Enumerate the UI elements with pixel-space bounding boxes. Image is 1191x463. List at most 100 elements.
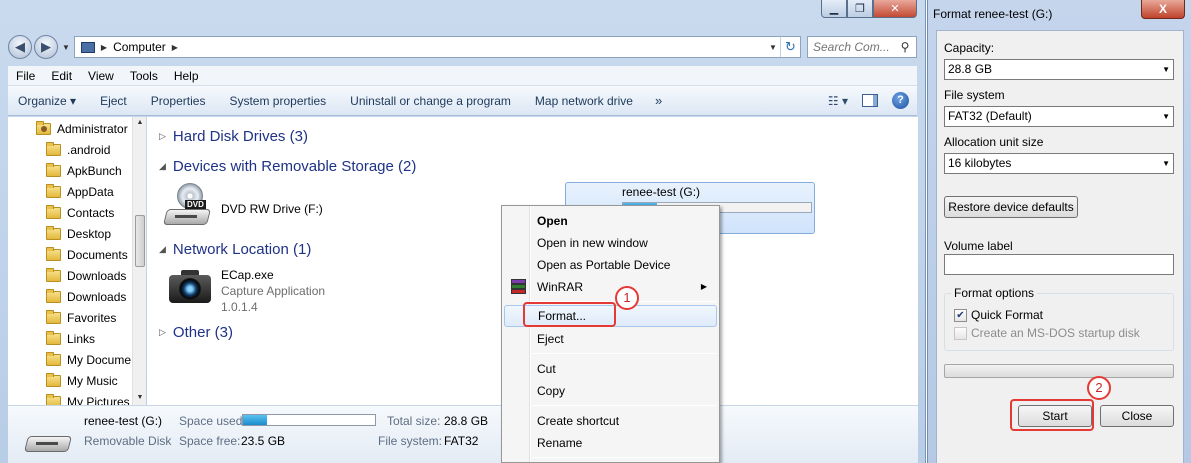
menu-edit[interactable]: Edit xyxy=(43,69,80,83)
close-dialog-button[interactable]: Close xyxy=(1100,405,1174,427)
dvd-drive-item[interactable]: DVD DVD RW Drive (F:) xyxy=(163,183,323,227)
menu-item-cut[interactable]: Cut xyxy=(504,358,717,380)
volume-label-input[interactable] xyxy=(944,254,1174,275)
breadcrumb-arrow-icon[interactable]: ▶ xyxy=(101,43,107,52)
tree-item[interactable]: .android xyxy=(8,139,145,160)
user-folder-icon xyxy=(36,120,51,135)
group-hard-disk-drives[interactable]: ▷ Hard Disk Drives (3) xyxy=(159,128,308,145)
back-button[interactable]: ◀ xyxy=(8,35,32,59)
menu-item-open-portable-device[interactable]: Open as Portable Device xyxy=(504,254,717,276)
address-dropdown-icon[interactable]: ▼ xyxy=(766,43,780,52)
tree-item[interactable]: Links xyxy=(8,328,145,349)
tree-item[interactable]: Downloads xyxy=(8,265,145,286)
collapse-arrow-icon[interactable]: ◢ xyxy=(159,161,166,172)
map-network-drive-button[interactable]: Map network drive xyxy=(523,94,645,108)
breadcrumb-arrow-icon[interactable]: ▶ xyxy=(172,43,178,52)
format-options-group: Format options ✔ Quick Format Create an M… xyxy=(944,286,1174,351)
volume-label-label: Volume label xyxy=(944,239,1013,253)
tree-item[interactable]: Downloads xyxy=(8,286,145,307)
properties-button[interactable]: Properties xyxy=(139,94,218,108)
menu-view[interactable]: View xyxy=(80,69,122,83)
tree-item[interactable]: Contacts xyxy=(8,202,145,223)
dvd-drive-icon: DVD xyxy=(163,183,213,227)
collapse-arrow-icon[interactable]: ◢ xyxy=(159,244,166,255)
navigation-pane: Administrator .android ApkBunch AppData … xyxy=(8,117,146,405)
annotation-step-2: 2 xyxy=(1087,376,1111,400)
menu-item-open-new-window[interactable]: Open in new window xyxy=(504,232,717,254)
minimize-button[interactable]: ▁ xyxy=(821,0,847,18)
tree-item[interactable]: My Docume xyxy=(8,349,145,370)
restore-defaults-button[interactable]: Restore device defaults xyxy=(944,196,1078,218)
space-free-label: Space free: xyxy=(179,434,241,448)
scroll-down-icon[interactable]: ▼ xyxy=(133,394,147,401)
group-removable-storage[interactable]: ◢ Devices with Removable Storage (2) xyxy=(159,158,416,175)
space-used-bar xyxy=(242,414,376,426)
group-network-location[interactable]: ◢ Network Location (1) xyxy=(159,241,311,258)
change-view-icon[interactable]: ☷ ▾ xyxy=(828,94,848,108)
menu-item-rename[interactable]: Rename xyxy=(504,432,717,454)
menu-tools[interactable]: Tools xyxy=(122,69,166,83)
search-input[interactable] xyxy=(813,40,894,54)
expand-arrow-icon[interactable]: ▷ xyxy=(159,131,166,142)
menu-item-winrar[interactable]: WinRAR ▶ xyxy=(504,276,717,298)
file-system-select[interactable]: FAT32 (Default) ▼ xyxy=(944,106,1174,127)
details-drive-type: Removable Disk xyxy=(84,434,172,448)
help-icon[interactable]: ? xyxy=(892,92,909,109)
more-commands-button[interactable]: » xyxy=(645,93,672,108)
breadcrumb-computer[interactable]: Computer xyxy=(113,40,166,54)
menu-item-copy[interactable]: Copy xyxy=(504,380,717,402)
tree-item[interactable]: My Music xyxy=(8,370,145,391)
organize-button[interactable]: Organize ▾ xyxy=(14,94,88,108)
file-system-label: File system xyxy=(944,88,1005,102)
expand-arrow-icon[interactable]: ▷ xyxy=(159,327,166,338)
capacity-select[interactable]: 28.8 GB ▼ xyxy=(944,59,1174,80)
quick-format-checkbox[interactable]: ✔ Quick Format xyxy=(954,308,1043,322)
search-box[interactable]: ⚲ xyxy=(807,36,917,58)
favorites-icon xyxy=(46,309,61,324)
maximize-button[interactable]: ❐ xyxy=(847,0,873,18)
scroll-thumb[interactable] xyxy=(135,215,145,267)
group-other[interactable]: ▷ Other (3) xyxy=(159,324,233,341)
scroll-up-icon[interactable]: ▲ xyxy=(133,119,147,126)
winrar-icon xyxy=(511,279,526,294)
menu-item-open[interactable]: Open xyxy=(504,210,717,232)
network-item-ecap[interactable]: ECap.exe Capture Application 1.0.1.4 xyxy=(167,267,325,315)
network-item-version: 1.0.1.4 xyxy=(221,300,258,314)
tree-item[interactable]: Desktop xyxy=(8,223,145,244)
navigation-row: ◀ ▶ ▼ ▶ Computer ▶ ▼ ↻ ⚲ xyxy=(8,34,917,60)
annotation-start-highlight xyxy=(1010,399,1094,431)
preview-pane-icon[interactable] xyxy=(862,94,878,107)
details-drive-name: renee-test (G:) xyxy=(84,414,163,428)
nav-pane-scrollbar[interactable]: ▲ ▼ xyxy=(132,117,146,405)
tree-item[interactable]: Favorites xyxy=(8,307,145,328)
chevron-down-icon: ▼ xyxy=(1162,159,1170,168)
menu-help[interactable]: Help xyxy=(166,69,207,83)
msdos-startup-checkbox[interactable]: Create an MS-DOS startup disk xyxy=(954,326,1140,340)
folder-icon xyxy=(46,267,61,282)
tree-item[interactable]: ApkBunch xyxy=(8,160,145,181)
recent-pages-dropdown[interactable]: ▼ xyxy=(62,43,70,52)
system-properties-button[interactable]: System properties xyxy=(217,94,338,108)
tree-item[interactable]: Documents xyxy=(8,244,145,265)
tree-item-administrator[interactable]: Administrator xyxy=(8,118,145,139)
menu-item-eject[interactable]: Eject xyxy=(504,328,717,350)
tree-item[interactable]: AppData xyxy=(8,181,145,202)
total-size-label: Total size: xyxy=(387,414,441,428)
tree-item[interactable]: My Pictures xyxy=(8,391,145,405)
dialog-close-button[interactable]: X xyxy=(1141,0,1185,19)
search-icon[interactable]: ⚲ xyxy=(894,40,916,54)
forward-button[interactable]: ▶ xyxy=(34,35,58,59)
submenu-arrow-icon: ▶ xyxy=(700,282,707,291)
menu-file[interactable]: File xyxy=(8,69,43,83)
annotation-format-highlight xyxy=(523,302,616,327)
refresh-icon[interactable]: ↻ xyxy=(780,37,800,57)
camera-icon xyxy=(167,267,213,303)
uninstall-program-button[interactable]: Uninstall or change a program xyxy=(338,94,523,108)
folder-icon xyxy=(46,183,61,198)
close-button[interactable]: ✕ xyxy=(873,0,917,18)
details-pane: renee-test (G:) Removable Disk Space use… xyxy=(8,405,918,463)
allocation-unit-select[interactable]: 16 kilobytes ▼ xyxy=(944,153,1174,174)
menu-item-create-shortcut[interactable]: Create shortcut xyxy=(504,410,717,432)
address-bar[interactable]: ▶ Computer ▶ ▼ ↻ xyxy=(73,36,801,58)
eject-button[interactable]: Eject xyxy=(88,94,139,108)
